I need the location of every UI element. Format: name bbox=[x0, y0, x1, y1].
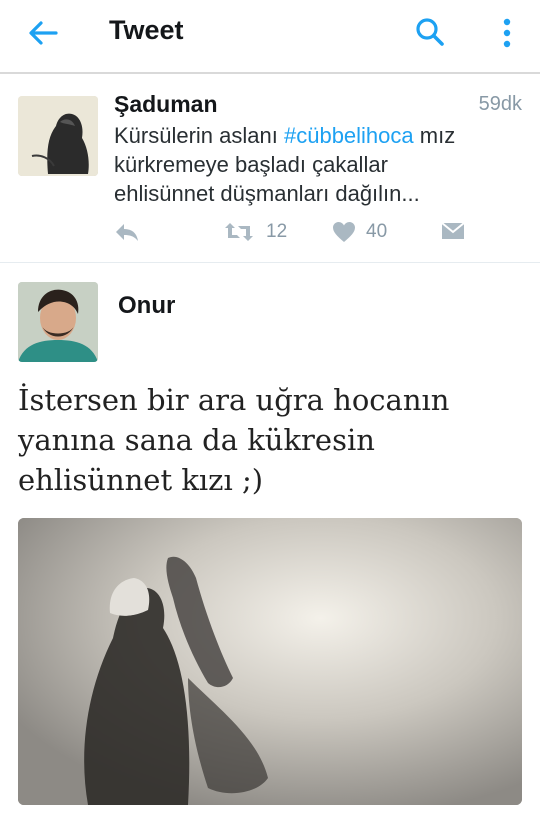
tweet-card[interactable]: Şaduman 59dk Kürsülerin aslanı #cübbelih… bbox=[0, 74, 540, 263]
like-count: 40 bbox=[366, 221, 388, 242]
tweet-timestamp: 59dk bbox=[478, 93, 522, 115]
tweet-card[interactable]: Onur İstersen bir ara uğra hocanın yanın… bbox=[0, 262, 540, 827]
envelope-icon bbox=[441, 221, 465, 241]
tweet-author-name[interactable]: Şaduman bbox=[114, 91, 218, 118]
avatar[interactable] bbox=[18, 96, 98, 176]
heart-icon bbox=[332, 221, 356, 243]
tweet-text-line: ehlisünnet kızı ;) bbox=[18, 463, 264, 497]
tweet-text: İstersen bir ara uğra hocanın yanına san… bbox=[18, 380, 518, 500]
search-icon[interactable] bbox=[414, 16, 446, 48]
like-button[interactable]: 40 bbox=[332, 221, 387, 243]
hashtag-link[interactable]: #cübbelihoca bbox=[284, 123, 414, 148]
back-arrow-icon[interactable] bbox=[26, 18, 60, 48]
reply-icon bbox=[114, 221, 140, 243]
tweet-text-line: yanına sana da kükresin bbox=[18, 423, 375, 457]
reply-button[interactable] bbox=[114, 221, 140, 243]
retweet-button[interactable]: 12 bbox=[224, 221, 287, 243]
retweet-count: 12 bbox=[266, 221, 288, 242]
app-bar: Tweet bbox=[0, 0, 540, 74]
avatar[interactable] bbox=[18, 282, 98, 362]
retweet-icon bbox=[224, 221, 254, 243]
direct-message-button[interactable] bbox=[441, 221, 465, 241]
more-vertical-icon[interactable] bbox=[496, 16, 518, 50]
tweet-text: Kürsülerin aslanı #cübbelihoca mız kürkr… bbox=[114, 121, 524, 208]
tweet-media-image[interactable] bbox=[18, 518, 522, 805]
tweet-text-part: Kürsülerin aslanı bbox=[114, 123, 284, 148]
tweet-author-name[interactable]: Onur bbox=[118, 292, 175, 320]
page-title: Tweet bbox=[109, 15, 184, 45]
tweet-text-line: İstersen bir ara uğra hocanın bbox=[18, 383, 450, 417]
tweet-actions: 12 40 bbox=[114, 221, 534, 247]
